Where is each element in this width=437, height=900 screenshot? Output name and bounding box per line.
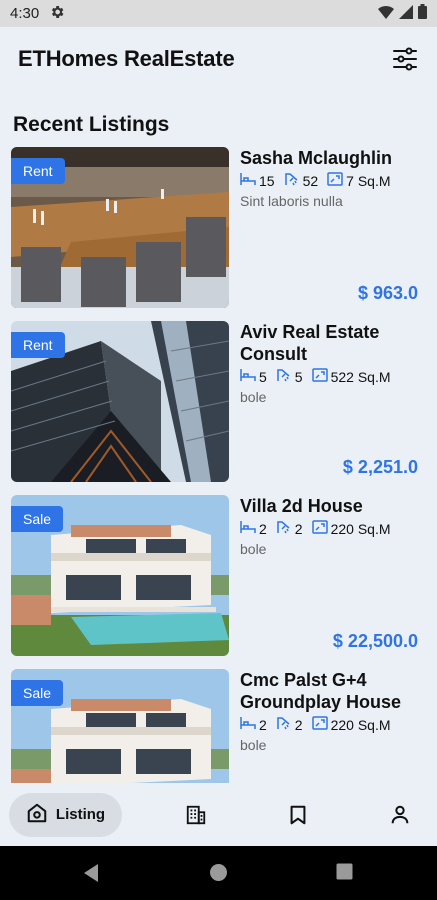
shower-icon <box>276 716 292 733</box>
listing-price: $ 963.0 <box>357 283 418 303</box>
listing-price: $ 2,251.0 <box>342 457 418 477</box>
bookmark-icon[interactable] <box>283 800 313 830</box>
listing-beds: 2 <box>259 520 267 537</box>
listing-area: 220 Sq.M <box>330 520 391 537</box>
listing-info: Villa 2d House 2 2 220 Sq.M bole $ 22,50… <box>229 495 426 656</box>
home-circle-icon[interactable] <box>209 863 228 887</box>
system-nav-bar <box>0 846 437 900</box>
listing-name: Aviv Real Estate Consult <box>240 322 380 364</box>
listing-location: bole <box>240 389 267 405</box>
listing-list[interactable]: Rent Sasha Mclaughlin 15 52 7 Sq.M Sint … <box>0 147 437 783</box>
listing-beds: 5 <box>259 368 267 385</box>
listing-photo[interactable]: Rent <box>11 147 229 308</box>
shower-icon <box>276 368 292 385</box>
listing-card[interactable]: Sale Villa 2d House 2 2 220 Sq.M bole $ … <box>11 495 426 656</box>
listing-info: Sasha Mclaughlin 15 52 7 Sq.M Sint labor… <box>229 147 426 308</box>
nav-item-label: Listing <box>55 806 106 823</box>
wifi-icon <box>378 5 394 23</box>
signal-icon <box>399 4 413 23</box>
listing-photo[interactable]: Rent <box>11 321 229 482</box>
listing-stats: 5 5 522 Sq.M <box>240 368 426 385</box>
back-icon[interactable] <box>82 863 100 888</box>
listing-name: Cmc Palst G+4 Groundplay House <box>240 670 402 712</box>
shower-icon <box>284 172 300 189</box>
listing-beds: 2 <box>259 716 267 733</box>
recents-square-icon[interactable] <box>336 863 353 885</box>
building-icon[interactable] <box>181 800 211 830</box>
area-icon <box>311 368 328 385</box>
listing-info: Aviv Real Estate Consult 5 5 522 Sq.M bo… <box>229 321 426 482</box>
app-title: ETHomes RealEstate <box>18 46 235 71</box>
area-icon <box>311 716 328 733</box>
listing-tag-badge: Sale <box>11 680 64 706</box>
filter-sliders-icon[interactable] <box>391 45 419 73</box>
shower-icon <box>276 520 292 537</box>
listing-location: bole <box>240 541 267 557</box>
listing-baths: 52 <box>302 172 319 189</box>
listing-baths: 5 <box>294 368 303 385</box>
listing-baths: 2 <box>294 520 303 537</box>
listing-baths: 2 <box>294 716 303 733</box>
listing-card[interactable]: Rent Aviv Real Estate Consult 5 5 522 Sq… <box>11 321 426 482</box>
section-title: Recent Listings <box>13 113 170 136</box>
listing-area: 7 Sq.M <box>346 172 391 189</box>
bed-icon <box>240 172 256 189</box>
battery-icon <box>418 4 427 23</box>
listing-area: 522 Sq.M <box>330 368 391 385</box>
bed-icon <box>240 520 256 537</box>
bed-icon <box>240 368 256 385</box>
status-time: 4:30 <box>10 5 40 22</box>
listing-stats: 15 52 7 Sq.M <box>240 172 426 189</box>
listing-location: Sint laboris nulla <box>240 193 343 209</box>
listing-location: bole <box>240 737 267 753</box>
listing-info: Cmc Palst G+4 Groundplay House 2 2 220 S… <box>229 669 426 783</box>
listing-tag-badge: Rent <box>11 158 65 184</box>
listing-card[interactable]: Rent Sasha Mclaughlin 15 52 7 Sq.M Sint … <box>11 147 426 308</box>
home-icon <box>26 802 48 828</box>
status-bar: 4:30 <box>0 0 437 27</box>
listing-name: Villa 2d House <box>240 496 363 516</box>
listing-card[interactable]: Sale Cmc Palst G+4 Groundplay House 2 2 … <box>11 669 426 783</box>
area-icon <box>311 520 328 537</box>
listing-stats: 2 2 220 Sq.M <box>240 716 426 733</box>
nav-item-listing[interactable]: Listing <box>9 792 122 837</box>
listing-tag-badge: Sale <box>11 506 64 532</box>
person-icon[interactable] <box>385 800 415 830</box>
listing-price: $ 22,500.0 <box>332 631 418 651</box>
listing-photo[interactable]: Sale <box>11 669 229 783</box>
listing-area: 220 Sq.M <box>330 716 391 733</box>
listing-photo[interactable]: Sale <box>11 495 229 656</box>
bottom-nav: Listing <box>0 783 437 846</box>
app-bar: ETHomes RealEstate <box>0 27 437 91</box>
area-icon <box>327 172 343 189</box>
listing-stats: 2 2 220 Sq.M <box>240 520 426 537</box>
settings-gear-icon <box>49 4 65 24</box>
listing-name: Sasha Mclaughlin <box>240 148 393 168</box>
listing-tag-badge: Rent <box>11 332 65 358</box>
listing-beds: 15 <box>259 172 275 189</box>
bed-icon <box>240 716 256 733</box>
